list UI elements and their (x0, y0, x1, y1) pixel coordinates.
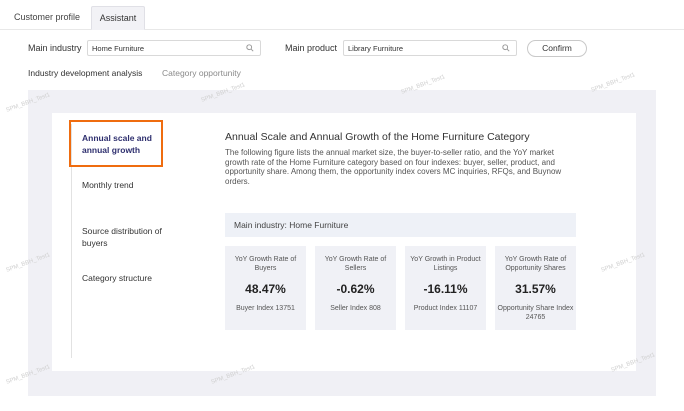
stat-index: Product Index 11107 (413, 305, 478, 312)
stat-value: -16.11% (423, 282, 468, 296)
section-title: Annual Scale and Annual Growth of the Ho… (225, 131, 530, 143)
stat-index: Buyer Index 13751 (236, 305, 295, 312)
tab-assistant[interactable]: Assistant (91, 6, 145, 30)
stat-card-products: YoY Growth in Product Listings -16.11% P… (405, 246, 486, 330)
main-industry-input[interactable] (92, 43, 232, 54)
stat-card-buyers: YoY Growth Rate of Buyers 48.47% Buyer I… (225, 246, 306, 330)
stat-label: YoY Growth Rate of Buyers (234, 256, 297, 272)
main-industry-select[interactable] (87, 40, 261, 56)
stat-label: YoY Growth Rate of Sellers (324, 256, 387, 272)
stat-value: 31.57% (515, 282, 556, 296)
stat-card-opportunity: YoY Growth Rate of Opportunity Shares 31… (495, 246, 576, 330)
stat-label: YoY Growth Rate of Opportunity Shares (504, 256, 567, 272)
main-industry-label: Main industry (28, 43, 82, 53)
tab-customer-profile[interactable]: Customer profile (6, 6, 88, 30)
search-icon[interactable] (246, 44, 254, 52)
top-tab-bar: Customer profile Assistant (0, 0, 684, 30)
sidebar-item-annual-scale[interactable]: Annual scale and annual growth (69, 120, 163, 167)
confirm-button[interactable]: Confirm (527, 40, 587, 57)
stat-index: Seller Index 808 (330, 305, 381, 312)
main-product-select[interactable] (343, 40, 517, 56)
stat-label: YoY Growth in Product Listings (410, 256, 481, 272)
main-product-label: Main product (285, 43, 338, 53)
main-product-input[interactable] (348, 43, 488, 54)
sidebar-item-category-structure[interactable]: Category structure (82, 272, 152, 284)
analysis-tab-bar: Industry development analysis Category o… (0, 64, 684, 84)
tab-category-opportunity[interactable]: Category opportunity (162, 68, 241, 78)
stat-index: Opportunity Share Index 24765 (497, 305, 574, 321)
tab-industry-development-analysis[interactable]: Industry development analysis (28, 68, 142, 78)
section-description: The following figure lists the annual ma… (225, 148, 562, 186)
main-industry-banner: Main industry: Home Furniture (225, 213, 576, 237)
search-icon[interactable] (502, 44, 510, 52)
stat-value: -0.62% (336, 282, 375, 296)
stat-value: 48.47% (245, 282, 286, 296)
stat-card-sellers: YoY Growth Rate of Sellers -0.62% Seller… (315, 246, 396, 330)
sidebar-item-source-distribution[interactable]: Source distribution of buyers (82, 225, 162, 249)
sidebar-item-monthly-trend[interactable]: Monthly trend (82, 179, 134, 191)
